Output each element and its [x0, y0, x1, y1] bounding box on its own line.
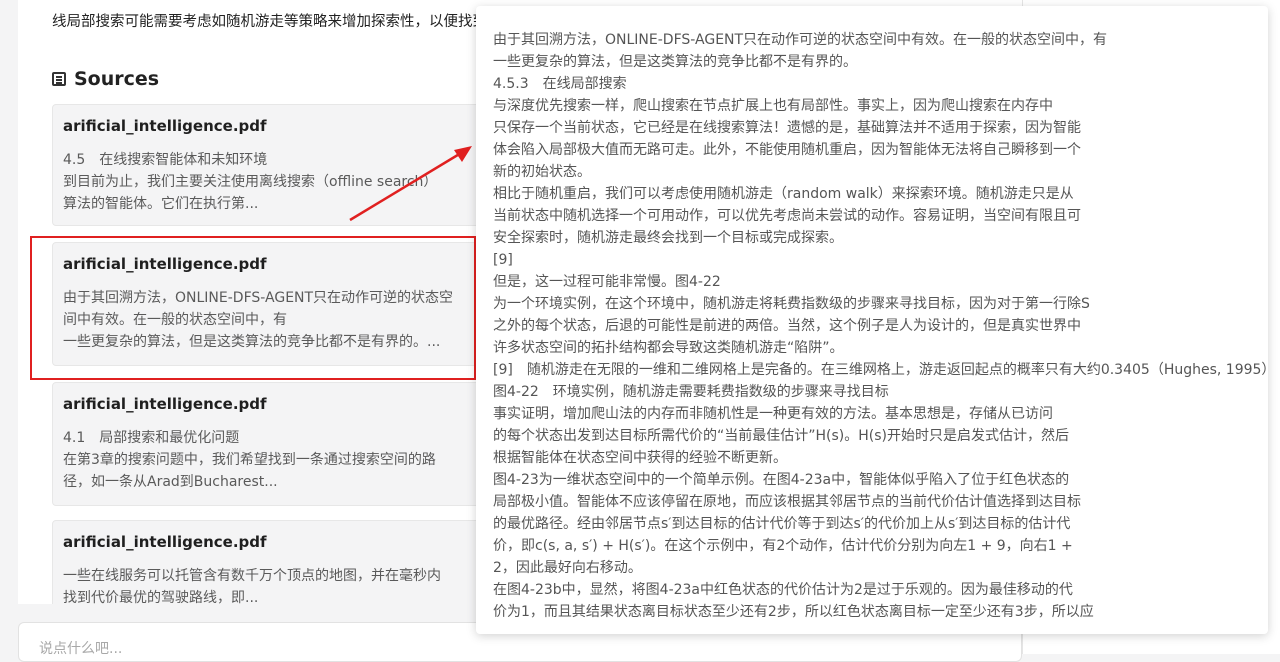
preview-line: 安全探索时，随机游走最终会找到一个目标或完成探索。	[493, 230, 843, 246]
excerpt-line: 4.1 局部搜索和最优化问题	[63, 430, 240, 446]
book-icon	[52, 72, 66, 86]
annotation-arrow-icon	[349, 146, 472, 222]
source-card[interactable]: arificial_intelligence.pdf 4.1 局部搜索和最优化问…	[52, 382, 494, 506]
source-excerpt: 4.1 局部搜索和最优化问题在第3章的搜索问题中，我们希望找到一条通过搜索空间的…	[63, 427, 483, 493]
preview-line: 一些更复杂的算法，但是这类算法的竞争比都不是有界的。	[493, 54, 857, 70]
excerpt-line: 在第3章的搜索问题中，我们希望找到一条通过搜索空间的路	[63, 452, 436, 468]
excerpt-line: 找到代价最优的驾驶路线，即...	[63, 590, 259, 604]
preview-line: 根据智能体在状态空间中获得的经验不断更新。	[493, 450, 787, 466]
preview-line: 与深度优先搜索一样，爬山搜索在节点扩展上也有局部性。事实上，因为爬山搜索在内存中	[493, 98, 1053, 114]
source-filename: arificial_intelligence.pdf	[63, 255, 267, 273]
preview-line: 图4-23为一维状态空间中的一个简单示例。在图4-23a中，智能体似乎陷入了位于…	[493, 472, 1070, 488]
preview-line: 之外的每个状态，后退的可能性是前进的两倍。当然，这个例子是人为设计的，但是真实世…	[493, 318, 1081, 334]
preview-line: 4.5.3 在线局部搜索	[493, 76, 627, 92]
preview-line: 事实证明，增加爬山法的内存而非随机性是一种更有效的方法。基本思想是，存储从已访问	[493, 406, 1053, 422]
preview-line: 由于其回溯方法，ONLINE-DFS-AGENT只在动作可逆的状态空间中有效。在…	[493, 32, 1108, 48]
sources-title: Sources	[74, 68, 160, 90]
excerpt-line: 由于其回溯方法，ONLINE-DFS-AGENT只在动作可逆的状态空	[63, 290, 454, 306]
source-filename: arificial_intelligence.pdf	[63, 533, 267, 551]
preview-line: [9] 随机游走在无限的一维和二维网格上是完备的。在三维网格上，游走返回起点的概…	[493, 362, 1268, 378]
preview-line: 许多状态空间的拓扑结构都会导致这类随机游走“陷阱”。	[493, 340, 844, 356]
answer-text: 线局部搜索可能需要考虑如随机游走等策略来增加探索性，以便找到更好的解。	[52, 14, 512, 30]
excerpt-line: 一些更复杂的算法，但是这类算法的竞争比都不是有界的。...	[63, 334, 441, 350]
preview-line: [9]	[493, 252, 513, 268]
preview-line: 当前状态中随机选择一个可用动作，可以优先考虑尚未尝试的动作。容易证明，当空间有限…	[493, 208, 1081, 224]
preview-line: 的每个状态出发到达目标所需代价的“当前最佳估计”H(s)。H(s)开始时只是启发…	[493, 428, 1069, 444]
preview-line: 但是，这一过程可能非常慢。图4-22	[493, 274, 721, 290]
source-card-highlighted[interactable]: arificial_intelligence.pdf 由于其回溯方法，ONLIN…	[52, 242, 494, 366]
source-preview-text: 由于其回溯方法，ONLINE-DFS-AGENT只在动作可逆的状态空间中有效。在…	[493, 29, 1268, 623]
preview-line: 体会陷入局部极大值而无路可走。此外，不能使用随机重启，因为智能体无法将自己瞬移到…	[493, 142, 1081, 158]
preview-line: 新的初始状态。	[493, 164, 591, 180]
sources-heading: Sources	[52, 68, 159, 90]
preview-line: 的最优路径。经由邻居节点s′到达目标的估计代价等于到达s′的代价加上从s′到达目…	[493, 516, 1071, 532]
preview-line: 只保存一个当前状态，它已经是在线搜索算法！遗憾的是，基础算法并不适用于探索，因为…	[493, 120, 1081, 136]
excerpt-line: 一些在线服务可以托管含有数千万个顶点的地图，并在毫秒内	[63, 568, 441, 584]
preview-line: 局部极小值。智能体不应该停留在原地，而应该根据其邻居节点的当前代价估计值选择到达…	[493, 494, 1081, 510]
preview-line: 在图4-23b中，显然，将图4-23a中红色状态的代价估计为2是过于乐观的。因为…	[493, 582, 1073, 598]
source-preview-popover: 由于其回溯方法，ONLINE-DFS-AGENT只在动作可逆的状态空间中有效。在…	[476, 6, 1268, 634]
source-excerpt: 由于其回溯方法，ONLINE-DFS-AGENT只在动作可逆的状态空 间中有效。在…	[63, 287, 483, 353]
source-excerpt: 一些在线服务可以托管含有数千万个顶点的地图，并在毫秒内 找到代价最优的驾驶路线，即…	[63, 565, 483, 604]
excerpt-line: 间中有效。在一般的状态空间中，有	[63, 312, 287, 328]
source-filename: arificial_intelligence.pdf	[63, 117, 267, 135]
preview-line: 相比于随机重启，我们可以考虑使用随机游走（random walk）来探索环境。随…	[493, 186, 1074, 202]
preview-line: 2，因此最好向右移动。	[493, 560, 642, 576]
preview-line: 图4-22 环境实例，随机游走需要耗费指数级的步骤来寻找目标	[493, 384, 889, 400]
excerpt-line: 径，如一条从Arad到Bucharest...	[63, 474, 278, 490]
source-filename: arificial_intelligence.pdf	[63, 395, 267, 413]
preview-line: 价，即c(s, a, s′) + H(s′)。在这个示例中，有2个动作，估计代价…	[493, 538, 1073, 554]
preview-line: 为一个环境实例，在这个环境中，随机游走将耗费指数级的步骤来寻找目标，因为对于第一…	[493, 296, 1090, 312]
preview-line: 价为1，而且其结果状态离目标状态至少还有2步，所以红色状态离目标一定至少还有3步…	[493, 604, 1094, 620]
source-card[interactable]: arificial_intelligence.pdf 一些在线服务可以托管含有数…	[52, 520, 494, 604]
